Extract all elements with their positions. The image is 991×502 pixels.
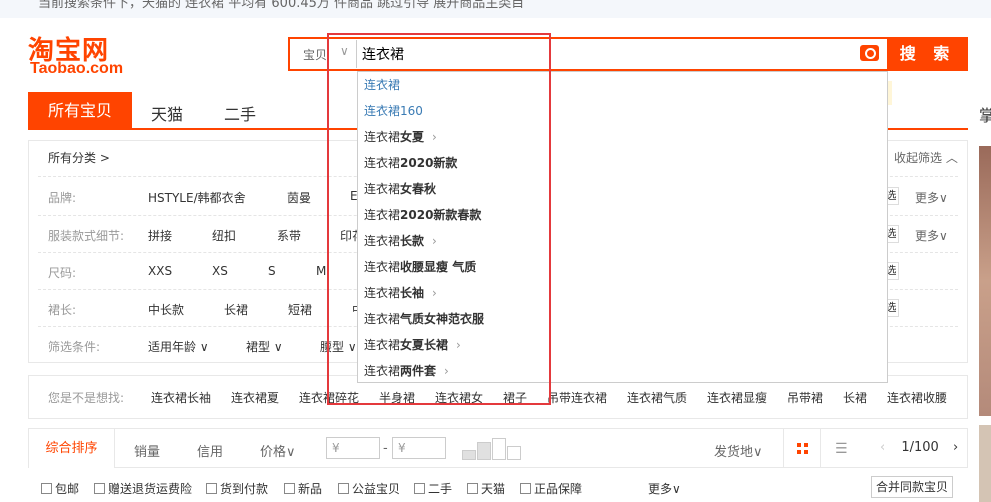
related-search-link[interactable]: 吊带裙: [787, 389, 823, 406]
price-min-input[interactable]: ¥: [326, 437, 380, 459]
search-button[interactable]: 搜 索: [887, 37, 968, 71]
related-search-link[interactable]: 吊带连衣裙: [547, 389, 607, 406]
sort-default-tab[interactable]: 综合排序: [29, 429, 115, 468]
filter-dropdown-skirt-type[interactable]: 裙型 ∨: [246, 338, 283, 355]
related-searches-label: 您是不是想找:: [48, 391, 125, 405]
suggestion-item[interactable]: 连衣裙长袖 ›: [364, 284, 437, 301]
divider: [356, 40, 357, 68]
notice-strip: [888, 81, 892, 105]
checkbox-tmall[interactable]: 天猫: [467, 480, 505, 497]
related-search-link[interactable]: 连衣裙女: [435, 389, 483, 406]
search-input[interactable]: 连衣裙: [362, 44, 404, 64]
filter-option[interactable]: 拼接: [148, 227, 172, 244]
filter-dropdown-waist[interactable]: 腰型 ∨: [320, 338, 357, 355]
search-scope-select[interactable]: 宝贝: [303, 46, 327, 63]
checkbox-new[interactable]: 新品: [284, 480, 322, 497]
filter-label-skirt-length: 裙长:: [48, 303, 77, 317]
checkbox-return-insurance[interactable]: 赠送退货运费险: [94, 480, 192, 497]
suggestion-item[interactable]: 连衣裙女夏长裙 ›: [364, 336, 461, 353]
checkbox-cod[interactable]: 货到付款: [206, 480, 268, 497]
price-max-input[interactable]: ¥: [392, 437, 446, 459]
filter-option[interactable]: XXS: [148, 264, 172, 278]
top-info-strip: 当前搜索条件下，天猫的 连衣裙 平均有 600.45万 件商品 跳过引导 展开商…: [0, 0, 991, 18]
sort-price-tab[interactable]: 价格∨: [260, 441, 296, 460]
taobao-logo-en[interactable]: Taobao.com: [30, 60, 123, 78]
sort-sales-tab[interactable]: 销量: [134, 441, 160, 460]
ship-from-dropdown[interactable]: 发货地∨: [714, 441, 763, 460]
chevron-right-icon: ›: [432, 130, 437, 144]
more-filters-button[interactable]: 更多∨: [648, 480, 681, 497]
filter-option[interactable]: 系带: [277, 227, 301, 244]
sort-credit-tab[interactable]: 信用: [197, 441, 223, 460]
suggestion-item[interactable]: 连衣裙2020新款: [364, 154, 457, 171]
filter-option[interactable]: 中长款: [148, 301, 184, 318]
related-search-link[interactable]: 连衣裙显瘦: [707, 389, 767, 406]
all-categories-link[interactable]: 所有分类 >: [48, 149, 110, 166]
filter-option[interactable]: M: [316, 264, 326, 278]
filter-option[interactable]: 长裙: [224, 301, 248, 318]
filter-label-style-detail: 服装款式细节:: [48, 229, 125, 243]
page-total: /100: [909, 440, 939, 455]
price-dash: -: [383, 441, 388, 456]
related-search-link[interactable]: 连衣裙碎花: [299, 389, 359, 406]
more-button[interactable]: 更多∨: [915, 227, 948, 244]
suggestion-item[interactable]: 连衣裙长款 ›: [364, 232, 437, 249]
page-current: 1: [901, 440, 910, 455]
filter-option[interactable]: HSTYLE/韩都衣舍: [148, 189, 246, 206]
chevron-right-icon: ›: [456, 338, 461, 352]
chevron-right-icon: ›: [432, 234, 437, 248]
filter-option[interactable]: S: [268, 264, 276, 278]
right-panel-title: 掌: [979, 106, 991, 125]
next-page-icon[interactable]: ›: [953, 440, 958, 455]
suggestion-item[interactable]: 连衣裙女春秋: [364, 180, 436, 197]
related-search-link[interactable]: 裙子: [503, 389, 527, 406]
filter-option[interactable]: XS: [212, 264, 228, 278]
suggestion-item[interactable]: 连衣裙: [364, 76, 400, 93]
top-info-text: 当前搜索条件下，天猫的 连衣裙 平均有 600.45万 件商品 跳过引导 展开商…: [38, 0, 525, 11]
suggestion-item[interactable]: 连衣裙女夏 ›: [364, 128, 437, 145]
filter-option[interactable]: 纽扣: [212, 227, 236, 244]
checkbox-secondhand[interactable]: 二手: [414, 480, 452, 497]
ad-image[interactable]: [979, 425, 991, 502]
ad-image[interactable]: [979, 146, 991, 416]
related-search-link[interactable]: 连衣裙收腰: [887, 389, 947, 406]
filter-option[interactable]: 短裙: [288, 301, 312, 318]
related-search-link[interactable]: 长裙: [843, 389, 867, 406]
related-search-link[interactable]: 连衣裙长袖: [151, 389, 211, 406]
merge-same-items-button[interactable]: 合并同款宝贝: [871, 476, 953, 498]
tab-all-items[interactable]: 所有宝贝: [28, 92, 132, 130]
more-button[interactable]: 更多∨: [915, 189, 948, 206]
suggestion-item[interactable]: 连衣裙160: [364, 102, 423, 119]
collapse-filters-button[interactable]: 收起筛选 ︿: [894, 149, 958, 166]
list-view-icon[interactable]: ☰: [835, 441, 848, 457]
filter-option[interactable]: 茵曼: [287, 189, 311, 206]
search-suggestion-dropdown: 连衣裙连衣裙160 连衣裙女夏 › 连衣裙2020新款 连衣裙女春秋连衣裙2020新款春…: [357, 71, 888, 383]
filter-label-brand: 品牌:: [48, 191, 77, 205]
filter-dropdown-age[interactable]: 适用年龄 ∨: [148, 338, 209, 355]
camera-icon[interactable]: [860, 45, 879, 61]
suggestion-item[interactable]: 连衣裙两件套 ›: [364, 362, 449, 379]
chevron-right-icon: ›: [432, 286, 437, 300]
prev-page-icon[interactable]: ‹: [880, 440, 885, 455]
tab-secondhand[interactable]: 二手: [224, 101, 256, 125]
filter-label-size: 尺码:: [48, 266, 77, 280]
suggestion-item[interactable]: 连衣裙气质女神范衣服: [364, 310, 484, 327]
price-range-chart[interactable]: [462, 438, 522, 460]
suggestion-item[interactable]: 连衣裙收腰显瘦 气质: [364, 258, 476, 275]
checkbox-genuine[interactable]: 正品保障: [520, 480, 582, 497]
suggestion-item[interactable]: 连衣裙2020新款春款: [364, 206, 481, 223]
chevron-down-icon[interactable]: ∨: [340, 44, 349, 58]
grid-view-icon[interactable]: [783, 429, 821, 468]
related-search-link[interactable]: 连衣裙气质: [627, 389, 687, 406]
tab-tmall[interactable]: 天猫: [151, 101, 183, 125]
checkbox-charity[interactable]: 公益宝贝: [338, 480, 400, 497]
pager: ‹ 1/100 ›: [880, 440, 958, 455]
filter-label-conditions: 筛选条件:: [48, 340, 101, 354]
chevron-right-icon: ›: [444, 364, 449, 378]
checkbox-free-shipping[interactable]: 包邮: [41, 480, 79, 497]
related-search-link[interactable]: 半身裙: [379, 389, 415, 406]
related-search-link[interactable]: 连衣裙夏: [231, 389, 279, 406]
